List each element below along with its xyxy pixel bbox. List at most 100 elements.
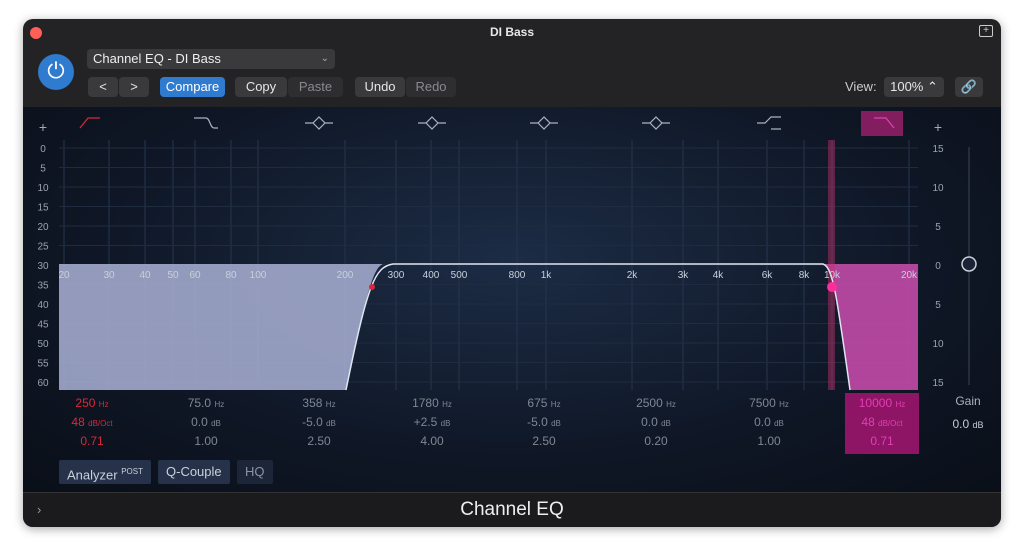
gain-value: 0.0 dB xyxy=(943,417,993,431)
copy-button[interactable]: Copy xyxy=(235,77,287,97)
plugin-window: DI Bass + ⏻ Channel EQ - DI Bass ⌄ < > Co… xyxy=(23,19,1001,527)
analyzer-mode: POST xyxy=(121,467,143,476)
high-cut-frequency-marker xyxy=(828,140,835,390)
band-q[interactable]: 0.71 xyxy=(52,434,132,448)
band-gain[interactable]: 0.0 dB xyxy=(166,415,246,429)
left-scale-label: 0 xyxy=(40,144,46,155)
right-scale-label: 10 xyxy=(932,339,944,350)
frequency-label: 60 xyxy=(189,270,201,281)
preset-name: Channel EQ - DI Bass xyxy=(93,51,221,66)
left-scale-label: 10 xyxy=(37,183,49,194)
frequency-unit: Hz xyxy=(214,400,225,409)
gain-unit: dB xyxy=(440,419,451,428)
band-q[interactable]: 2.50 xyxy=(504,434,584,448)
analyzer-button[interactable]: Analyzer POST xyxy=(59,460,151,484)
right-scale-label: 15 xyxy=(932,144,944,155)
band-7-params[interactable]: 7500 Hz 0.0 dB 1.00 xyxy=(729,396,809,448)
gain-unit: dB/Oct xyxy=(88,419,113,428)
band-8-params[interactable]: 10000 Hz 48 dB/Oct 0.71 xyxy=(845,393,919,454)
window-title: DI Bass xyxy=(489,25,535,39)
frequency-value: 1780 xyxy=(412,396,439,410)
power-button[interactable]: ⏻ xyxy=(38,54,74,90)
right-scale-label: 0 xyxy=(935,261,941,272)
band-gain[interactable]: +2.5 dB xyxy=(392,415,472,429)
band-gain[interactable]: 0.0 dB xyxy=(729,415,809,429)
band-q[interactable]: 0.71 xyxy=(845,434,919,448)
band-frequency[interactable]: 10000 Hz xyxy=(845,396,919,410)
hq-button[interactable]: HQ xyxy=(237,460,273,484)
band-q[interactable]: 1.00 xyxy=(166,434,246,448)
compare-button[interactable]: Compare xyxy=(160,77,225,97)
gain-value: -5.0 xyxy=(527,415,548,429)
frequency-label: 2k xyxy=(627,270,639,281)
expand-icon[interactable]: + xyxy=(979,25,993,37)
band-gain[interactable]: 0.0 dB xyxy=(616,415,696,429)
band-frequency[interactable]: 250 Hz xyxy=(52,396,132,410)
frequency-label: 10k xyxy=(824,270,841,281)
redo-button[interactable]: Redo xyxy=(406,77,456,97)
band-gain[interactable]: 48 dB/Oct xyxy=(52,415,132,429)
add-band-left-icon: + xyxy=(39,119,47,135)
analyzer-label: Analyzer xyxy=(67,467,118,483)
band-4-params[interactable]: 1780 Hz +2.5 dB 4.00 xyxy=(392,396,472,448)
band-q[interactable]: 1.00 xyxy=(729,434,809,448)
gain-slider-knob xyxy=(961,256,977,272)
left-scale-label: 35 xyxy=(37,281,49,292)
band-high-shelf-icon xyxy=(757,116,781,130)
band-q[interactable]: 2.50 xyxy=(279,434,359,448)
view-label: View: xyxy=(845,79,877,94)
left-scale-label: 5 xyxy=(40,164,46,175)
gain-value: -5.0 xyxy=(302,415,323,429)
eq-display[interactable]: 0 5 10 15 20 25 30 35 40 45 50 55 60 15 10 5 0 5 10 15 + +20 3… xyxy=(23,107,1001,492)
frequency-label: 3k xyxy=(678,270,690,281)
band-q[interactable]: 4.00 xyxy=(392,434,472,448)
band-1-params[interactable]: 250 Hz 48 dB/Oct 0.71 xyxy=(52,396,132,448)
gain-unit: dB xyxy=(661,419,671,428)
frequency-label: 4k xyxy=(713,270,725,281)
frequency-value: 75.0 xyxy=(187,396,212,410)
band-frequency[interactable]: 358 Hz xyxy=(279,396,359,410)
frequency-value: 10000 xyxy=(858,396,893,410)
gain-unit: dB/Oct xyxy=(878,419,903,428)
gain-unit: dB xyxy=(972,420,984,430)
frequency-label: 6k xyxy=(762,270,774,281)
band-q[interactable]: 0.20 xyxy=(616,434,696,448)
frequency-unit: Hz xyxy=(666,400,676,409)
left-scale-label: 60 xyxy=(37,378,49,389)
frequency-label: 20 xyxy=(58,270,70,281)
band-frequency[interactable]: 1780 Hz xyxy=(392,396,472,410)
left-scale-label: 45 xyxy=(37,320,49,331)
frequency-label: 300 xyxy=(388,270,405,281)
band-gain[interactable]: 48 dB/Oct xyxy=(845,415,919,429)
high-cut-fill xyxy=(823,264,918,390)
frequency-unit: Hz xyxy=(779,400,789,409)
band-frequency[interactable]: 75.0 Hz xyxy=(166,396,246,410)
link-icon[interactable]: 🔗 xyxy=(955,77,983,97)
undo-button[interactable]: Undo xyxy=(355,77,405,97)
gain-unit: dB xyxy=(551,419,561,428)
paste-button[interactable]: Paste xyxy=(288,77,343,97)
band-frequency[interactable]: 2500 Hz xyxy=(616,396,696,410)
frequency-unit: Hz xyxy=(895,400,906,409)
q-couple-button[interactable]: Q-Couple xyxy=(158,460,230,484)
band-gain[interactable]: -5.0 dB xyxy=(504,415,584,429)
left-scale-label: 20 xyxy=(37,222,49,233)
gain-unit: dB xyxy=(326,419,336,428)
band-gain[interactable]: -5.0 dB xyxy=(279,415,359,429)
band-frequency[interactable]: 7500 Hz xyxy=(729,396,809,410)
left-scale-label: 50 xyxy=(37,339,49,350)
left-scale-label: 25 xyxy=(37,242,49,253)
band-3-params[interactable]: 358 Hz -5.0 dB 2.50 xyxy=(279,396,359,448)
gain-number: 0.0 xyxy=(952,417,970,431)
preset-dropdown[interactable]: Channel EQ - DI Bass ⌄ xyxy=(87,49,335,69)
view-zoom-select[interactable]: 100% ⌃ xyxy=(884,77,944,97)
band-5-params[interactable]: 675 Hz -5.0 dB 2.50 xyxy=(504,396,584,448)
frequency-label: 100 xyxy=(250,270,267,281)
band-frequency[interactable]: 675 Hz xyxy=(504,396,584,410)
next-preset-button[interactable]: > xyxy=(119,77,149,97)
band-6-params[interactable]: 2500 Hz 0.0 dB 0.20 xyxy=(616,396,696,448)
frequency-value: 250 xyxy=(75,396,96,410)
prev-preset-button[interactable]: < xyxy=(88,77,118,97)
band-2-params[interactable]: 75.0 Hz 0.0 dB 1.00 xyxy=(166,396,246,448)
gain-value: 48 xyxy=(861,415,875,429)
